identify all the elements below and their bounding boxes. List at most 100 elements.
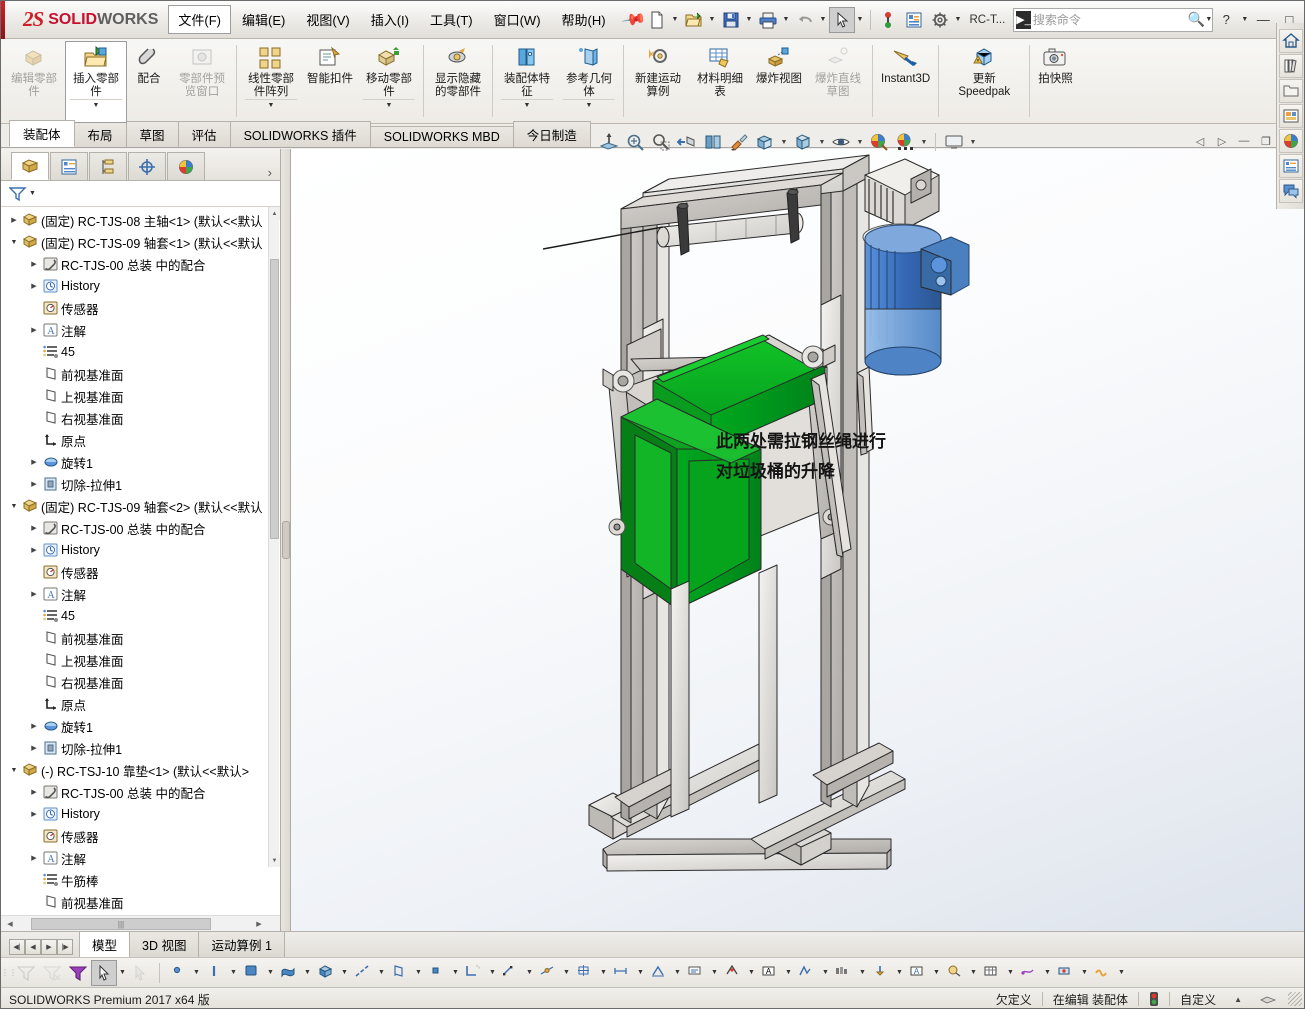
feature-tree-item[interactable]: ▼ (固定) RC-TJS-09 轴套<1> (默认<<默认 (1, 231, 280, 253)
previous-view-icon[interactable] (674, 129, 700, 155)
filter-routing-points-dropdown[interactable]: ▼ (1042, 960, 1053, 986)
file-properties-icon[interactable] (901, 7, 927, 33)
search-input[interactable] (1032, 12, 1188, 27)
document-minimize-icon[interactable]: — (1234, 131, 1254, 151)
filter-midpoints-icon[interactable] (535, 960, 561, 986)
linear-pattern-dropdown[interactable]: ▼ (245, 99, 297, 111)
apply-scene-icon[interactable] (892, 129, 918, 155)
ribbon-linear-component-pattern[interactable]: 线性零部件阵列 ▼ (240, 41, 302, 123)
save-icon[interactable] (718, 7, 744, 33)
filter-sketch-segments-dropdown[interactable]: ▼ (524, 960, 535, 986)
new-document-dropdown[interactable]: ▼ (670, 7, 681, 33)
bottom-tab-3dviews[interactable]: 3D 视图 (129, 931, 200, 957)
filter-planes-icon[interactable] (387, 960, 413, 986)
tree-expander-icon[interactable]: ▼ (7, 239, 21, 246)
filter-planes-dropdown[interactable]: ▼ (413, 960, 424, 986)
property-manager-tab[interactable] (50, 152, 88, 180)
filter-centermarks-icon[interactable] (572, 960, 598, 986)
feature-tree-item[interactable]: 传感器 (1, 825, 280, 847)
feature-tree-item[interactable]: ▶ A 注解 (1, 583, 280, 605)
view-orientation-dropdown[interactable]: ▼ (778, 129, 790, 155)
feature-tree[interactable]: ▶ (固定) RC-TJS-08 主轴<1> (默认<<默认 ▼ (固定) RC-TJ… (1, 207, 280, 915)
feature-tree-item[interactable]: 前视基准面 (1, 363, 280, 385)
feature-tree-item[interactable]: ▶ RC-TJS-00 总装 中的配合 (1, 517, 280, 539)
ribbon-instant3d[interactable]: Instant3D (876, 41, 935, 123)
ribbon-smart-fasteners[interactable]: 智能扣件 (302, 41, 358, 123)
tab-manufacturing-today[interactable]: 今日制造 (512, 121, 591, 147)
display-manager-tab[interactable] (167, 152, 205, 180)
appearances-scenes-icon[interactable] (1278, 129, 1303, 153)
filter-points-icon[interactable] (424, 960, 450, 986)
options-gear-icon[interactable] (927, 7, 953, 33)
traffic-light-icon[interactable] (1139, 991, 1169, 1007)
feature-tree-item[interactable]: 45 (1, 605, 280, 627)
tab-sketch[interactable]: 草图 (125, 121, 179, 147)
filter-blocks-dropdown[interactable]: ▼ (931, 960, 942, 986)
open-document-dropdown[interactable]: ▼ (707, 7, 718, 33)
ribbon-insert-component[interactable]: 插入零部件 ▼ (65, 41, 127, 123)
tree-expander-icon[interactable]: ▼ (7, 767, 21, 774)
filter-faces-dropdown[interactable]: ▼ (265, 960, 276, 986)
tree-horizontal-scrollbar[interactable]: ◀ ||| ▶ (1, 915, 280, 931)
feature-tree-item[interactable]: 45 (1, 341, 280, 363)
section-cut-icon[interactable] (700, 129, 726, 155)
tree-scroll-right-button[interactable]: ▶ (252, 917, 266, 931)
first-tab-button[interactable]: ◀| (9, 939, 25, 955)
rebuild-icon[interactable] (875, 7, 901, 33)
tree-scroll-up-button[interactable]: ▲ (269, 207, 280, 220)
bottom-tab-motion-study-1[interactable]: 运动算例 1 (198, 931, 285, 957)
tab-assembly[interactable]: 装配体 (9, 120, 75, 147)
ribbon-exploded-view[interactable]: 爆炸视图 (751, 41, 807, 123)
filter-tables-icon[interactable] (979, 960, 1005, 986)
feature-tree-item[interactable]: 上视基准面 (1, 649, 280, 671)
filter-vertices-icon[interactable] (165, 960, 191, 986)
tab-solidworks-addins[interactable]: SOLIDWORKS 插件 (229, 121, 371, 147)
ribbon-bill-of-materials[interactable]: 材料明细表 (689, 41, 751, 123)
ribbon-explode-line-sketch[interactable]: 爆炸直线草图 (807, 41, 869, 123)
assembly-features-dropdown[interactable]: ▼ (501, 99, 553, 111)
filter-dimensions-dropdown[interactable]: ▼ (635, 960, 646, 986)
select-arrow-dropdown[interactable]: ▼ (117, 960, 128, 986)
filter-toggle-icon[interactable] (65, 960, 91, 986)
tree-expander-icon[interactable]: ▼ (7, 503, 21, 510)
command-search-box[interactable]: ▶_ 🔍 ▼ (1013, 7, 1214, 32)
menu-help[interactable]: 帮助(H) (552, 5, 616, 34)
help-button[interactable]: ? (1213, 8, 1239, 32)
last-tab-button[interactable]: |▶ (57, 939, 73, 955)
filter-points-dropdown[interactable]: ▼ (450, 960, 461, 986)
filter-weld-symbols-dropdown[interactable]: ▼ (709, 960, 720, 986)
feature-tree-item[interactable]: ▶ A 注解 (1, 847, 280, 869)
filter-routing-points-icon[interactable] (1016, 960, 1042, 986)
tab-layout[interactable]: 布局 (73, 121, 127, 147)
ribbon-edit-component[interactable]: 编辑零部件 (3, 41, 65, 123)
feature-tree-item[interactable]: ▶ A 注解 (1, 319, 280, 341)
filter-cosmetic-threads-dropdown[interactable]: ▼ (968, 960, 979, 986)
filter-weld-beads-dropdown[interactable]: ▼ (1116, 960, 1127, 986)
menu-insert[interactable]: 插入(I) (361, 5, 419, 34)
feature-tree-item[interactable]: ▶ History (1, 803, 280, 825)
splitter-grip[interactable] (282, 521, 290, 559)
ribbon-show-hidden-components[interactable]: 显示隐藏的零部件 (427, 41, 489, 123)
tab-solidworks-mbd[interactable]: SOLIDWORKS MBD (369, 126, 514, 147)
filter-solid-bodies-dropdown[interactable]: ▼ (339, 960, 350, 986)
filter-vertices-dropdown[interactable]: ▼ (191, 960, 202, 986)
filter-faces-icon[interactable] (239, 960, 265, 986)
ribbon-move-component[interactable]: 移动零部件 ▼ (358, 41, 420, 123)
tree-hscroll-thumb[interactable]: ||| (31, 918, 211, 930)
filter-notes-dropdown[interactable]: ▼ (820, 960, 831, 986)
tree-expander-icon[interactable]: ▶ (27, 326, 41, 334)
filter-edges-icon[interactable] (202, 960, 228, 986)
sw-forum-icon[interactable] (1278, 179, 1303, 203)
filter-blocks-icon[interactable]: A (905, 960, 931, 986)
ribbon-new-motion-study[interactable]: 新建运动算例 (627, 41, 689, 123)
tree-expander-icon[interactable]: ▶ (27, 744, 41, 752)
tree-vertical-scrollbar[interactable]: ▲ ▼ (268, 207, 280, 867)
help-dropdown[interactable]: ▼ (1239, 7, 1250, 33)
select-dropdown[interactable]: ▼ (855, 7, 866, 33)
options-dropdown[interactable]: ▼ (953, 7, 964, 33)
design-library-icon[interactable] (1278, 54, 1303, 78)
tree-scroll-left-button[interactable]: ◀ (3, 917, 17, 931)
feature-manager-tab[interactable] (11, 152, 49, 180)
save-dropdown[interactable]: ▼ (744, 7, 755, 33)
tree-expander-icon[interactable]: ▶ (27, 260, 41, 268)
